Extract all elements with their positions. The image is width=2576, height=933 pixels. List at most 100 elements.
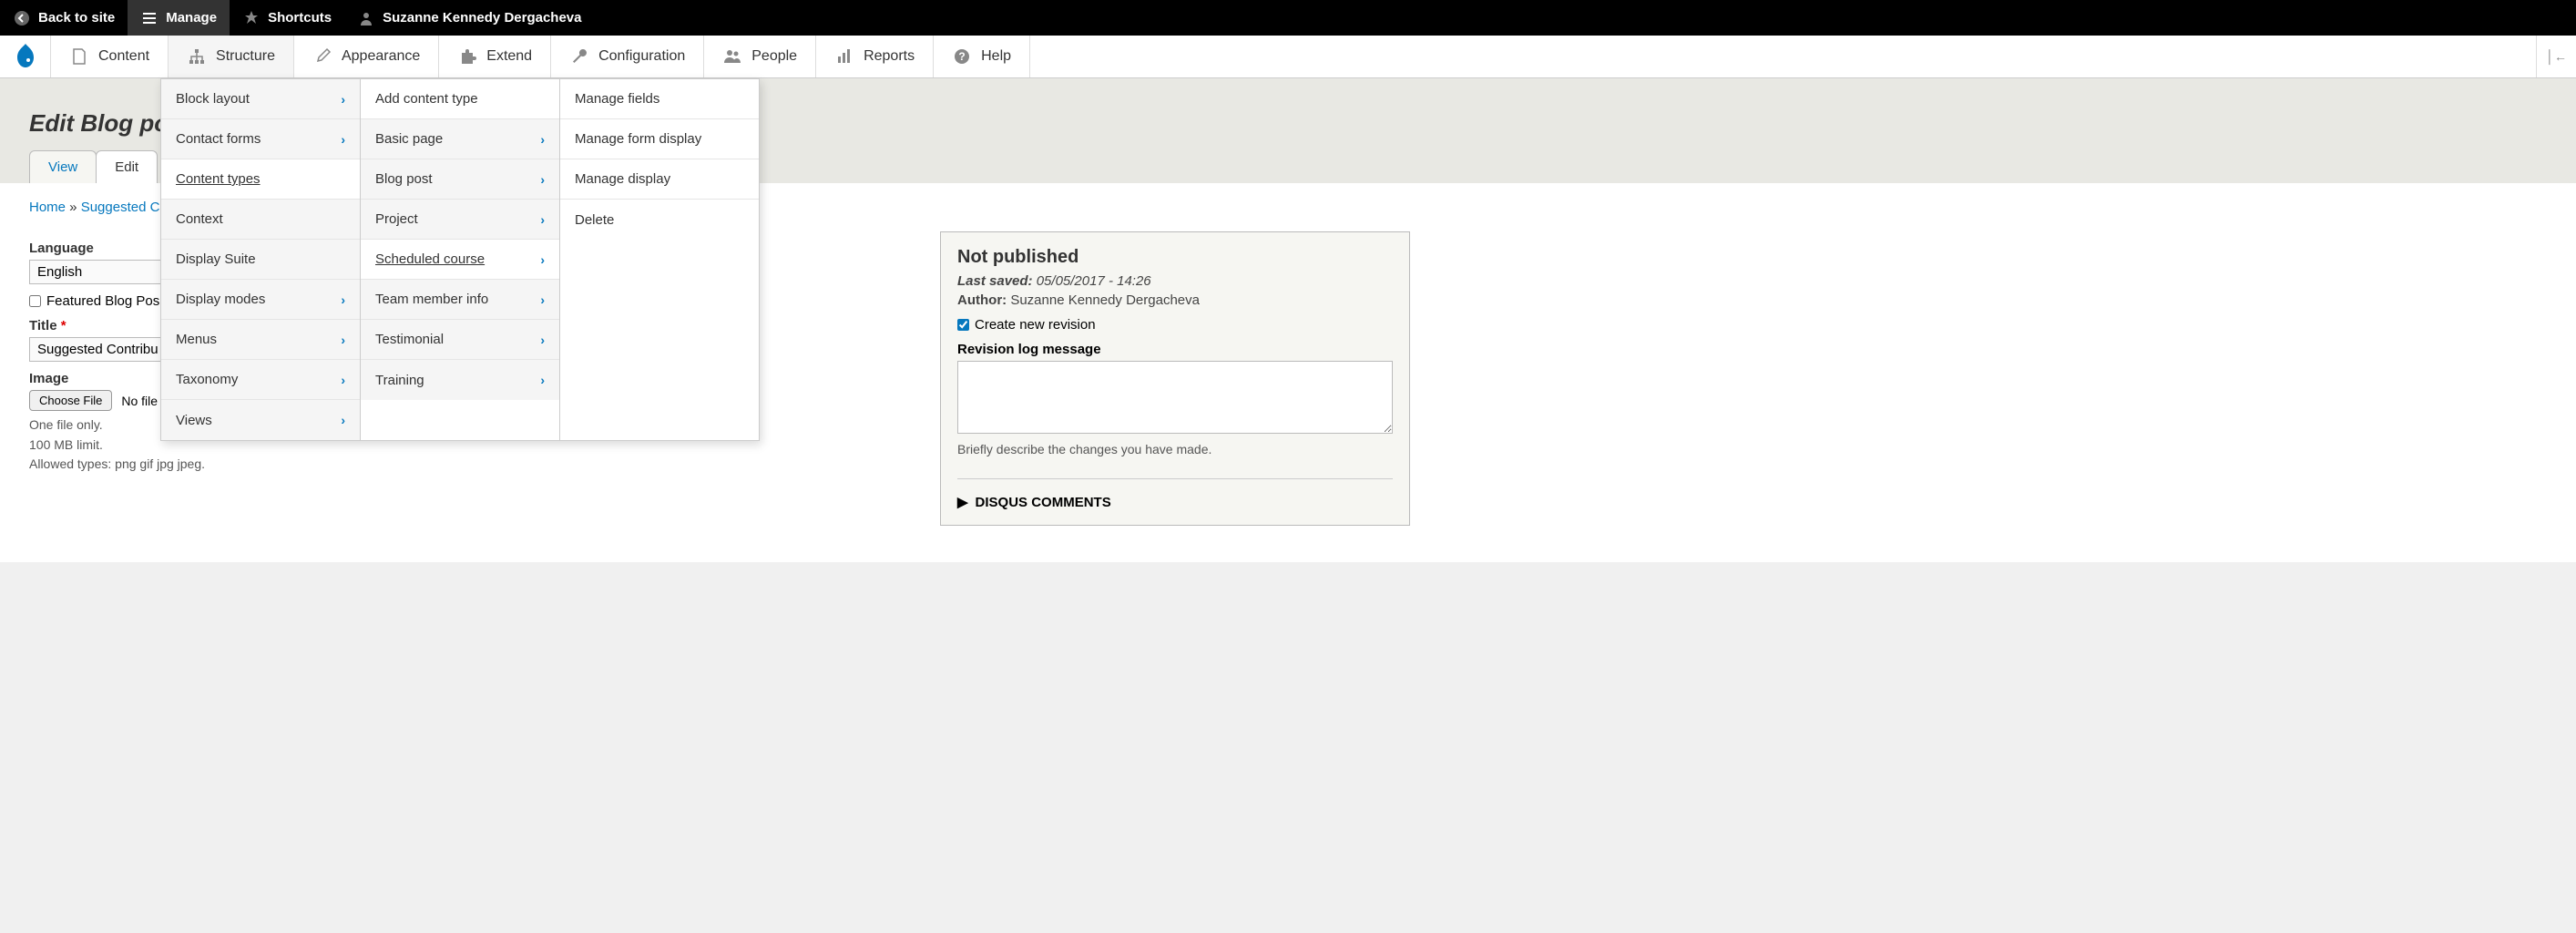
shortcuts-button[interactable]: Shortcuts (230, 0, 344, 36)
publish-status: Not published (957, 247, 1393, 268)
menu-project[interactable]: Project› (361, 200, 559, 240)
chevron-right-icon: › (540, 172, 545, 187)
menu-appearance[interactable]: Appearance (294, 36, 439, 77)
user-icon (357, 9, 375, 27)
top-toolbar: Back to site Manage Shortcuts Suzanne Ke… (0, 0, 2576, 36)
manage-label: Manage (166, 10, 217, 26)
menu-testimonial[interactable]: Testimonial› (361, 320, 559, 360)
manage-button[interactable]: Manage (128, 0, 230, 36)
star-icon (242, 9, 261, 27)
structure-menu-column: Block layout› Contact forms› Content typ… (160, 78, 361, 441)
chevron-right-icon: › (540, 252, 545, 267)
admin-menu-bar: Content Structure Appearance Extend Conf… (0, 36, 2576, 78)
revision-log-label: Revision log message (957, 342, 1393, 357)
tab-view[interactable]: View (29, 150, 97, 183)
user-button[interactable]: Suzanne Kennedy Dergacheva (344, 0, 594, 36)
menu-blog-post[interactable]: Blog post› (361, 159, 559, 200)
menu-add-content-type[interactable]: Add content type (361, 79, 559, 119)
menu-people-label: People (751, 48, 797, 65)
menu-manage-fields[interactable]: Manage fields (560, 79, 759, 119)
meta-sidebar: Not published Last saved: 05/05/2017 - 1… (940, 231, 1410, 526)
shortcuts-label: Shortcuts (268, 10, 332, 26)
menu-manage-display[interactable]: Manage display (560, 159, 759, 200)
menu-manage-form-display[interactable]: Manage form display (560, 119, 759, 159)
create-revision-label: Create new revision (975, 317, 1096, 333)
help-icon: ? (952, 46, 972, 67)
menu-reports-label: Reports (864, 48, 915, 65)
chevron-right-icon: › (540, 292, 545, 307)
breadcrumb-current[interactable]: Suggested C (81, 200, 160, 215)
user-label: Suzanne Kennedy Dergacheva (383, 10, 581, 26)
menu-context[interactable]: Context (161, 200, 360, 240)
menu-menus[interactable]: Menus› (161, 320, 360, 360)
menu-scheduled-course[interactable]: Scheduled course› (361, 240, 559, 280)
menu-content[interactable]: Content (51, 36, 169, 77)
revision-log-desc: Briefly describe the changes you have ma… (957, 442, 1393, 456)
tab-edit[interactable]: Edit (96, 150, 158, 183)
menu-views[interactable]: Views› (161, 400, 360, 440)
collapse-icon: │← (2546, 49, 2567, 64)
chevron-right-icon: › (341, 373, 345, 387)
menu-content-types[interactable]: Content types (161, 159, 360, 200)
create-revision-checkbox[interactable] (957, 319, 969, 331)
menu-display-suite[interactable]: Display Suite (161, 240, 360, 280)
hierarchy-icon (187, 46, 207, 67)
menu-delete[interactable]: Delete (560, 200, 759, 240)
drupal-logo[interactable] (0, 36, 51, 77)
no-file-label: No file (121, 394, 158, 408)
toolbar-collapse-button[interactable]: │← (2536, 36, 2576, 77)
disqus-accordion[interactable]: ▶ DISQUS COMMENTS (957, 478, 1393, 510)
menu-structure-label: Structure (216, 48, 275, 65)
menu-training[interactable]: Training› (361, 360, 559, 400)
language-input[interactable] (29, 260, 166, 284)
menu-extend-label: Extend (486, 48, 532, 65)
menu-display-modes[interactable]: Display modes› (161, 280, 360, 320)
menu-configuration-label: Configuration (598, 48, 685, 65)
hamburger-icon (140, 9, 158, 27)
chevron-right-icon: › (540, 373, 545, 387)
last-saved-label: Last saved: (957, 273, 1033, 289)
author-label: Author: (957, 292, 1007, 308)
menu-basic-page[interactable]: Basic page› (361, 119, 559, 159)
chevron-right-icon: › (341, 132, 345, 147)
author-value: Suzanne Kennedy Dergacheva (1007, 292, 1200, 308)
menu-contact-forms[interactable]: Contact forms› (161, 119, 360, 159)
back-to-site-button[interactable]: Back to site (0, 0, 128, 36)
file-desc-types: Allowed types: png gif jpg jpeg. (29, 456, 904, 474)
people-icon (722, 46, 742, 67)
menu-structure[interactable]: Structure (169, 36, 294, 77)
menu-block-layout[interactable]: Block layout› (161, 79, 360, 119)
triangle-right-icon: ▶ (957, 494, 968, 510)
chevron-right-icon: › (341, 333, 345, 347)
content-types-menu-column: Add content type Basic page› Blog post› … (360, 78, 560, 441)
featured-checkbox[interactable] (29, 295, 41, 307)
chevron-right-icon: › (540, 212, 545, 227)
menu-help[interactable]: ? Help (934, 36, 1030, 77)
structure-dropdown: Block layout› Contact forms› Content typ… (160, 78, 760, 441)
featured-label: Featured Blog Pos (46, 293, 159, 309)
chevron-right-icon: › (540, 132, 545, 147)
menu-configuration[interactable]: Configuration (551, 36, 704, 77)
brush-icon (312, 46, 332, 67)
last-saved-value: 05/05/2017 - 14:26 (1033, 273, 1151, 289)
menu-appearance-label: Appearance (342, 48, 420, 65)
document-icon (69, 46, 89, 67)
chevron-right-icon: › (341, 92, 345, 107)
chevron-right-icon: › (540, 333, 545, 347)
menu-team-member-info[interactable]: Team member info› (361, 280, 559, 320)
wrench-icon (569, 46, 589, 67)
menu-taxonomy[interactable]: Taxonomy› (161, 360, 360, 400)
menu-extend[interactable]: Extend (439, 36, 551, 77)
choose-file-button[interactable]: Choose File (29, 390, 112, 411)
breadcrumb-home[interactable]: Home (29, 200, 66, 215)
page-title-prefix: Edit Blog po (29, 109, 169, 138)
menu-content-label: Content (98, 48, 149, 65)
type-submenu-column: Manage fields Manage form display Manage… (559, 78, 760, 441)
menu-people[interactable]: People (704, 36, 816, 77)
disqus-label: DISQUS COMMENTS (976, 495, 1111, 510)
svg-text:?: ? (958, 50, 965, 63)
chevron-right-icon: › (341, 413, 345, 427)
revision-log-textarea[interactable] (957, 361, 1393, 434)
back-to-site-label: Back to site (38, 10, 115, 26)
menu-reports[interactable]: Reports (816, 36, 934, 77)
